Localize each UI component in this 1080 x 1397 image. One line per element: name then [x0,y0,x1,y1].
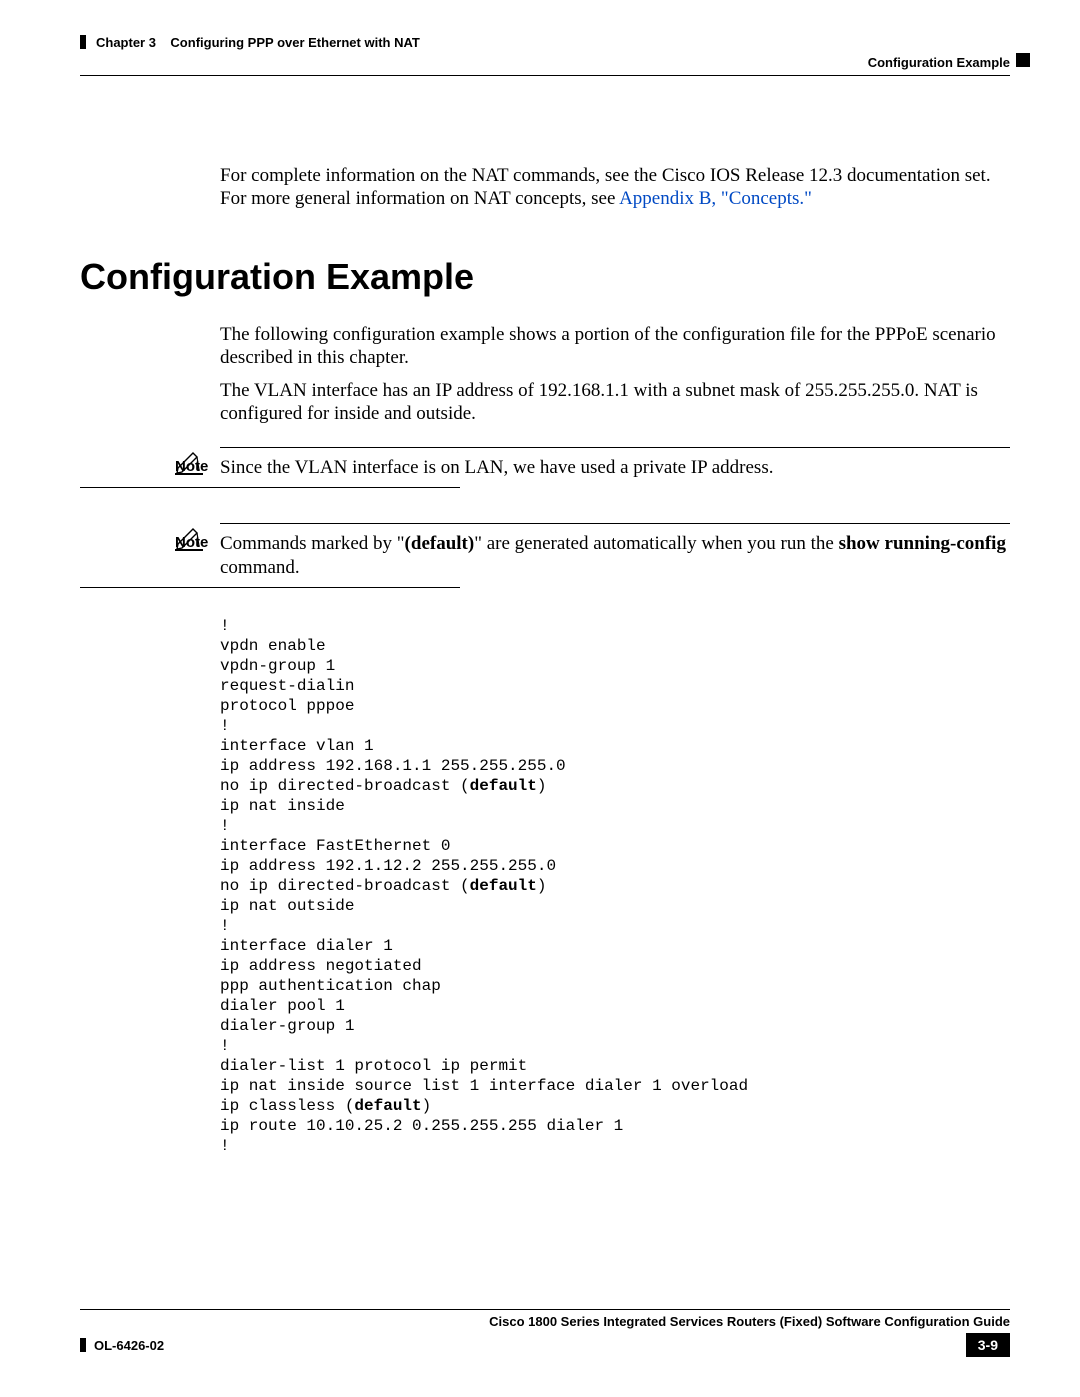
page-header: Chapter 3 Configuring PPP over Ethernet … [80,35,1010,70]
pencil-icon [175,523,203,556]
chapter-heading: Chapter 3 Configuring PPP over Ethernet … [96,35,420,50]
appendix-link[interactable]: Appendix B, "Concepts." [619,188,812,209]
config-code-block: ! vpdn enable vpdn-group 1 request-diali… [220,616,1010,1156]
guide-title: Cisco 1800 Series Integrated Services Ro… [80,1314,1010,1329]
doc-id: OL-6426-02 [94,1338,164,1353]
footer-rule-mark [80,1338,86,1352]
note-rule-top [220,447,1010,456]
note-block-2: Note Commands marked by "(default)" are … [80,523,1010,587]
intro-text: For complete information on the NAT comm… [220,165,991,209]
note-rule-bottom [80,487,460,488]
section-paragraph-2: The VLAN interface has an IP address of … [220,379,1010,425]
header-rule-mark [80,35,86,49]
page-number: 3-9 [966,1333,1010,1357]
doc-id-wrap: OL-6426-02 [80,1338,164,1353]
note-2-text: Commands marked by "(default)" are gener… [220,532,1010,578]
header-end-marker [1016,53,1030,67]
content: For complete information on the NAT comm… [80,165,1010,1156]
pencil-icon [175,447,203,480]
page-footer: Cisco 1800 Series Integrated Services Ro… [80,1309,1010,1357]
section-heading: Configuration Example [868,55,1010,70]
note-block-1: Note Since the VLAN interface is on LAN,… [80,447,1010,488]
header-rule [80,75,1010,76]
note-1-text: Since the VLAN interface is on LAN, we h… [220,456,1010,479]
note-rule-top [220,523,1010,532]
section-paragraph-1: The following configuration example show… [220,323,1010,369]
chapter-title: Configuring PPP over Ethernet with NAT [170,35,419,50]
chapter-label: Chapter 3 [96,35,156,50]
section-title: Configuration Example [80,256,1010,298]
note-rule-bottom [80,587,460,588]
footer-rule [80,1309,1010,1310]
intro-paragraph: For complete information on the NAT comm… [220,165,1010,211]
page: Chapter 3 Configuring PPP over Ethernet … [80,35,1010,1156]
